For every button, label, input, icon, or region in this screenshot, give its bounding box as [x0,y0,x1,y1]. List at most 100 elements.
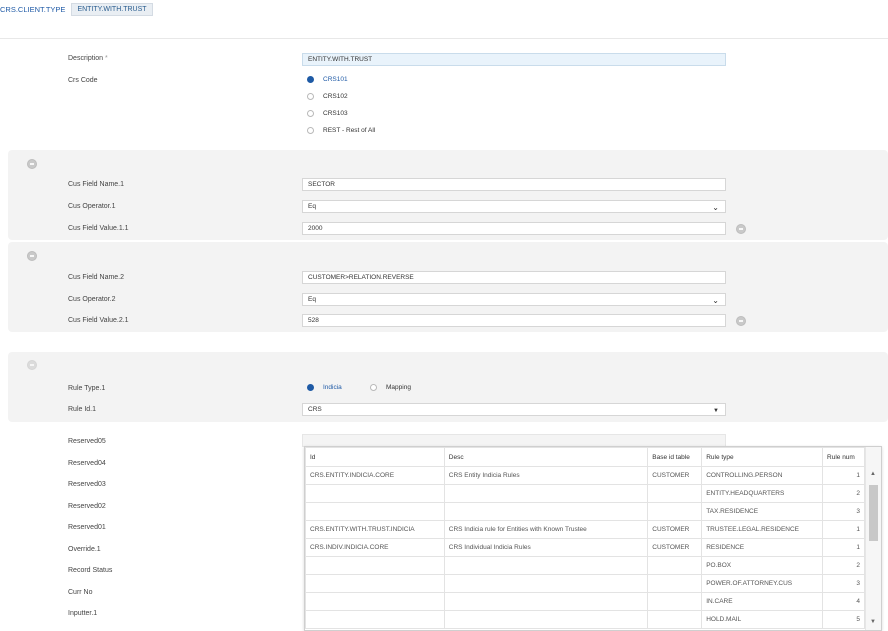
table-row[interactable]: CRS.ENTITY.INDICIA.CORE CRS Entity Indic… [305,466,865,485]
header-divider [0,38,888,39]
cell-rule-num: 2 [822,484,865,503]
collapse-group-icon[interactable] [27,360,37,370]
cell-id: CRS.ENTITY.WITH.TRUST.INDICIA [305,520,445,539]
table-row[interactable]: PO.BOX 2 [305,556,865,575]
cell-id [305,610,445,629]
reserved05-label: Reserved05 [68,438,106,445]
cell-base-table: CUSTOMER [647,466,703,485]
radio-empty-icon [307,127,314,134]
cell-base-table [647,592,703,611]
cell-rule-type: CONTROLLING.PERSON [701,466,824,485]
radio-empty-icon [307,93,314,100]
cell-rule-type: TRUSTEE.LEGAL.RESIDENCE [701,520,824,539]
add-value-icon[interactable] [736,224,746,234]
cell-base-table [647,574,703,593]
cus-operator-1-select[interactable]: Eq ⌄ [302,200,726,213]
radio-selected-icon [307,384,314,391]
rule-type-label: Rule Type.1 [68,385,106,392]
cell-base-table: CUSTOMER [647,520,703,539]
description-field[interactable]: ENTITY.WITH.TRUST [302,53,726,66]
table-row[interactable]: ENTITY.HEADQUARTERS 2 [305,484,865,503]
cell-desc [443,556,649,575]
chevron-down-icon: ⌄ [712,296,719,305]
column-header-id: Id [305,447,445,467]
cell-base-table [647,610,703,629]
inputter-label: Inputter.1 [68,610,98,617]
record-status-label: Record Status [68,567,113,574]
scroll-up-icon[interactable]: ▲ [870,471,876,477]
column-header-rule-type: Rule type [701,447,824,467]
cell-rule-type: POWER.OF.ATTORNEY.CUS [701,574,824,593]
radio-empty-icon [307,110,314,117]
cus-operator-1-label: Cus Operator.1 [68,203,116,210]
collapse-group-icon[interactable] [27,251,37,261]
cell-desc [443,592,649,611]
record-tab[interactable]: ENTITY.WITH.TRUST [71,2,153,16]
cell-desc: CRS Indicia rule for Entities with Known… [443,520,649,539]
cell-id: CRS.INDIV.INDICIA.CORE [305,538,445,557]
reserved01-label: Reserved01 [68,524,106,531]
table-row[interactable]: IN.CARE 4 [305,592,865,611]
cell-rule-type: IN.CARE [701,592,824,611]
curr-no-label: Curr No [68,589,93,596]
crs-option-crs102[interactable]: CRS102 [307,93,348,100]
crs-option-rest[interactable]: REST - Rest of All [307,127,375,134]
radio-selected-icon [307,76,314,83]
table-row[interactable]: HOLD.MAIL 5 [305,610,865,629]
cell-rule-num: 3 [822,574,865,593]
lookup-scrollbar[interactable]: ▲ ▼ [865,447,881,630]
dropdown-arrow-icon: ▼ [713,408,719,414]
rule-id-label: Rule Id.1 [68,406,97,413]
cell-desc [443,484,649,503]
cell-id [305,592,445,611]
cell-desc [443,502,649,521]
crs-option-crs101[interactable]: CRS101 [307,76,348,83]
cell-id [305,502,445,521]
column-header-rule-num: Rule num [822,447,865,467]
table-row[interactable]: POWER.OF.ATTORNEY.CUS 3 [305,574,865,593]
rule-id-lookup-popup: Id Desc Base id table Rule type Rule num… [304,446,882,631]
cell-base-table [647,484,703,503]
cell-rule-type: HOLD.MAIL [701,610,824,629]
cus-field-value-2-input[interactable]: 528 [302,314,726,327]
collapse-group-icon[interactable] [27,159,37,169]
cell-desc [443,574,649,593]
cus-operator-2-select[interactable]: Eq ⌄ [302,293,726,306]
cell-rule-type: ENTITY.HEADQUARTERS [701,484,824,503]
scrollbar-thumb[interactable] [869,485,878,541]
cell-base-table [647,502,703,521]
reserved03-label: Reserved03 [68,481,106,488]
crs-code-label: Crs Code [68,77,98,84]
column-header-base-id-table: Base id table [647,447,703,467]
breadcrumb-link[interactable]: CRS.CLIENT.TYPE [0,5,69,14]
crs-option-crs103[interactable]: CRS103 [307,110,348,117]
rule-type-indicia[interactable]: Indicia [307,384,342,391]
cus-operator-2-label: Cus Operator.2 [68,296,116,303]
cell-rule-type: TAX.RESIDENCE [701,502,824,521]
cell-desc: CRS Individual Indicia Rules [443,538,649,557]
reserved02-label: Reserved02 [68,503,106,510]
add-value-icon[interactable] [736,316,746,326]
rule-type-mapping[interactable]: Mapping [370,384,411,391]
cell-id [305,556,445,575]
scroll-down-icon[interactable]: ▼ [870,619,876,625]
rule-id-select[interactable]: CRS ▼ [302,403,726,416]
table-row[interactable]: CRS.INDIV.INDICIA.CORE CRS Individual In… [305,538,865,557]
cell-rule-num: 3 [822,502,865,521]
cell-desc: CRS Entity Indicia Rules [443,466,649,485]
column-header-desc: Desc [443,447,649,467]
cus-field-name-1-input[interactable]: SECTOR [302,178,726,191]
radio-empty-icon [370,384,377,391]
cus-field-name-2-input[interactable]: CUSTOMER>RELATION.REVERSE [302,271,726,284]
cus-field-value-1-input[interactable]: 2000 [302,222,726,235]
breadcrumb: CRS.CLIENT.TYPE ENTITY.WITH.TRUST [0,2,153,16]
cell-rule-num: 1 [822,538,865,557]
chevron-down-icon: ⌄ [712,203,719,212]
cus-field-value-1-label: Cus Field Value.1.1 [68,225,129,232]
cell-rule-num: 5 [822,610,865,629]
reserved04-label: Reserved04 [68,460,106,467]
cus-field-name-1-label: Cus Field Name.1 [68,181,125,188]
table-row[interactable]: CRS.ENTITY.WITH.TRUST.INDICIA CRS Indici… [305,520,865,539]
cus-field-value-2-label: Cus Field Value.2.1 [68,317,129,324]
table-row[interactable]: TAX.RESIDENCE 3 [305,502,865,521]
